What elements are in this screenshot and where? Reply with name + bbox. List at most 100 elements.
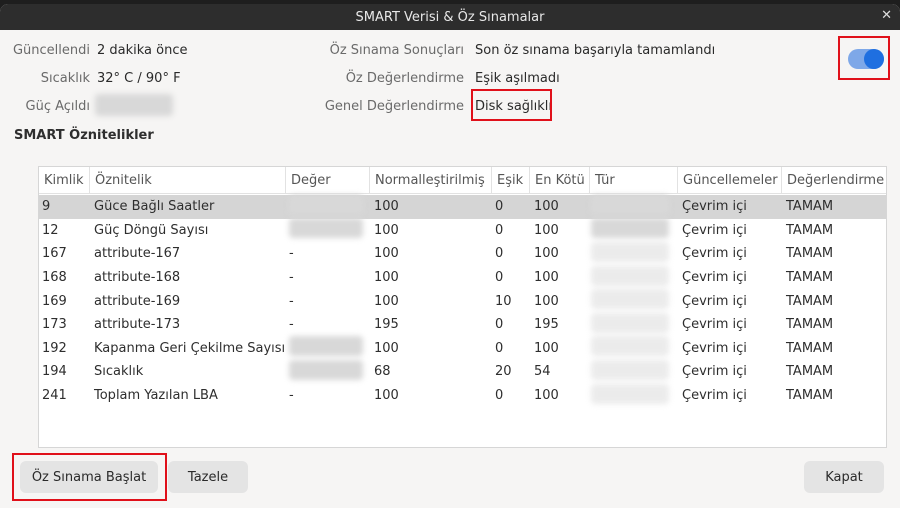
cell-value-redacted [289,218,363,242]
cell-value: - [289,246,294,262]
col-normalized[interactable]: Normalleştirilmiş [369,166,485,194]
cell-thr: 0 [495,199,504,215]
cell-norm: 100 [374,293,399,309]
table-header: Kimlik Öznitelik Değer Normalleştirilmiş… [39,166,886,194]
cell-assess: TAMAM [786,388,834,404]
refresh-button[interactable]: Tazele [168,461,248,493]
table-row[interactable]: 241 Toplam Yazılan LBA - 100 0 100 Çevrim içi T… [39,383,886,408]
temperature-label: Sıcaklık [40,71,90,86]
self-assessment-label: Öz Değerlendirme [345,71,464,86]
cell-value: - [289,317,294,333]
table-row[interactable]: 168 attribute-168 - 100 0 100 Çevrim içi TAMAM [39,265,886,290]
cell-id: 12 [42,222,59,238]
window-title: SMART Verisi & Öz Sınamalar [355,9,545,25]
cell-value-redacted [289,336,363,360]
cell-worst: 100 [534,222,559,238]
section-title: SMART Öznitelikler [14,128,154,143]
cell-value: - [289,293,294,309]
cell-thr: 0 [495,222,504,238]
cell-assess: TAMAM [786,222,834,238]
cell-norm: 100 [374,199,399,215]
table-row[interactable]: 169 attribute-169 - 100 10 100 Çevrim içi TAMAM [39,289,886,313]
power-on-label: Güç Açıldı [25,99,91,114]
cell-type-redacted [591,312,669,337]
cell-type-redacted [591,241,669,266]
overall-assessment-label: Genel Değerlendirme [324,99,464,114]
cell-id: 241 [42,388,67,404]
cell-norm: 100 [374,388,399,404]
cell-name: Güce Bağlı Saatler [94,199,215,215]
table-row[interactable]: 192 Kapanma Geri Çekilme Sayısı 100 0 100 Çev… [39,336,886,361]
cell-name: attribute-173 [94,317,181,333]
cell-type-redacted [591,289,669,313]
cell-value-redacted [289,194,363,219]
cell-id: 168 [42,270,67,286]
cell-norm: 100 [374,222,399,238]
cell-name: attribute-168 [94,270,181,286]
cell-id: 173 [42,317,67,333]
attributes-table: Kimlik Öznitelik Değer Normalleştirilmiş… [38,166,887,448]
cell-worst: 100 [534,388,559,404]
smart-enable-toggle[interactable] [848,49,884,69]
cell-upd: Çevrim içi [682,270,747,286]
col-worst[interactable]: En Kötü [529,166,585,194]
cell-worst: 195 [534,317,559,333]
col-attribute[interactable]: Öznitelik [89,166,152,194]
cell-upd: Çevrim içi [682,364,747,380]
col-id[interactable]: Kimlik [39,167,84,194]
table-row[interactable]: 167 attribute-167 - 100 0 100 Çevrim içi TAMAM [39,241,886,266]
cell-assess: TAMAM [786,293,834,309]
cell-thr: 20 [495,364,512,380]
cell-type-redacted [591,383,669,408]
cell-upd: Çevrim içi [682,293,747,309]
cell-worst: 100 [534,246,559,262]
col-assessment[interactable]: Değerlendirme [781,166,884,194]
cell-thr: 0 [495,388,504,404]
cell-worst: 100 [534,340,559,356]
cell-assess: TAMAM [786,270,834,286]
cell-type-redacted [591,359,669,384]
cell-assess: TAMAM [786,199,834,215]
col-type[interactable]: Tür [589,166,615,194]
table-row[interactable]: 12 Güç Döngü Sayısı 100 0 100 Çevrim içi TAMAM [39,218,886,243]
cell-worst: 54 [534,364,551,380]
cell-thr: 0 [495,317,504,333]
cell-norm: 100 [374,270,399,286]
cell-type-redacted [591,194,669,219]
cell-upd: Çevrim içi [682,246,747,262]
cell-type-redacted [591,218,669,242]
col-threshold[interactable]: Eşik [491,166,523,194]
cell-value: - [289,270,294,286]
cell-assess: TAMAM [786,246,834,262]
col-updates[interactable]: Güncellemeler [677,166,778,194]
cell-upd: Çevrim içi [682,317,747,333]
start-selftest-button[interactable]: Öz Sınama Başlat [20,461,158,493]
cell-id: 169 [42,293,67,309]
cell-id: 192 [42,340,67,356]
title-bar: SMART Verisi & Öz Sınamalar ✕ [0,4,900,30]
cell-upd: Çevrim içi [682,199,747,215]
self-assessment-value: Eşik aşılmadı [475,71,560,86]
cell-type-redacted [591,265,669,290]
cell-value: - [289,388,294,404]
table-row[interactable]: 173 attribute-173 - 195 0 195 Çevrim içi TAMAM [39,312,886,337]
cell-worst: 100 [534,270,559,286]
cell-norm: 100 [374,246,399,262]
cell-norm: 195 [374,317,399,333]
updated-value: 2 dakika önce [97,43,188,58]
cell-name: Güç Döngü Sayısı [94,222,209,238]
power-on-value-redacted [95,94,173,120]
cell-thr: 10 [495,293,512,309]
selftest-results-value: Son öz sınama başarıyla tamamlandı [475,43,716,58]
cell-id: 9 [42,199,51,215]
cell-name: Toplam Yazılan LBA [94,388,218,404]
cell-type-redacted [591,336,669,360]
col-value[interactable]: Değer [285,166,331,194]
table-row[interactable]: 9 Güce Bağlı Saatler 100 0 100 Çevrim içi TAMA… [39,194,886,219]
updated-label: Güncellendi [12,43,90,58]
close-button[interactable]: Kapat [804,461,884,493]
highlight-box [471,89,552,121]
table-row[interactable]: 194 Sıcaklık 68 20 54 Çevrim içi TAMAM [39,359,886,384]
temperature-value: 32° C / 90° F [97,71,181,86]
close-icon[interactable]: ✕ [881,8,892,23]
